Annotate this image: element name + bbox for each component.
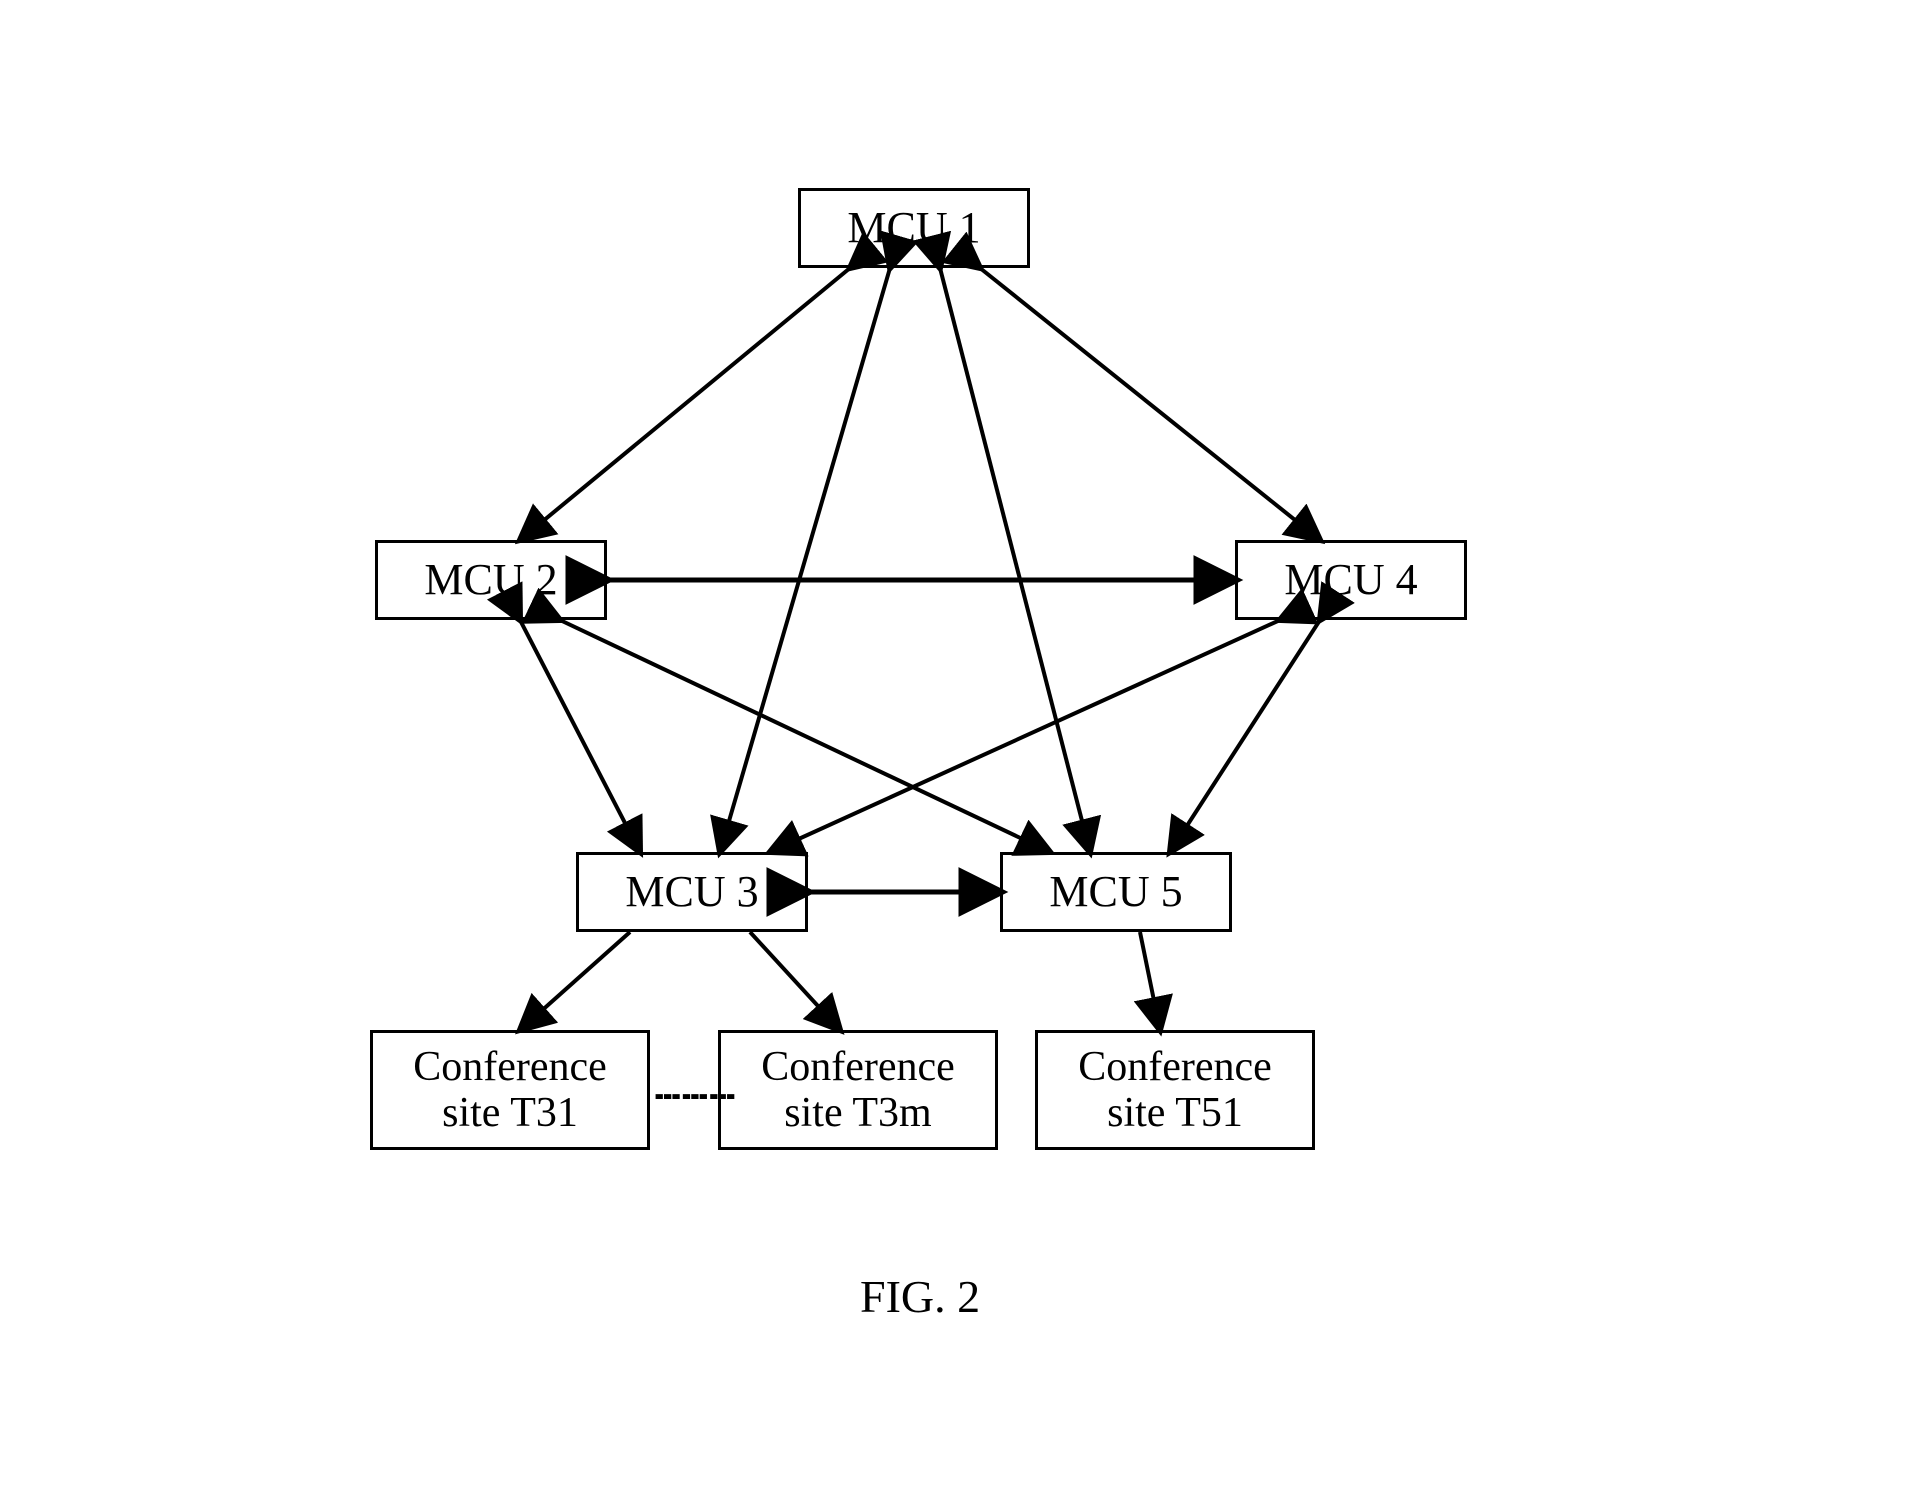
mcu-1-box: MCU 1 bbox=[798, 188, 1030, 268]
figure-caption: FIG. 2 bbox=[860, 1270, 980, 1323]
mcu-3-box: MCU 3 bbox=[576, 852, 808, 932]
mcu-2-box: MCU 2 bbox=[375, 540, 607, 620]
mcu-4-box: MCU 4 bbox=[1235, 540, 1467, 620]
ellipsis-dots: ┄┄┄ bbox=[655, 1072, 737, 1122]
conference-site-t31-box: Conference site T31 bbox=[370, 1030, 650, 1150]
mcu-5-box: MCU 5 bbox=[1000, 852, 1232, 932]
conference-site-t3m-box: Conference site T3m bbox=[718, 1030, 998, 1150]
conference-site-t51-box: Conference site T51 bbox=[1035, 1030, 1315, 1150]
